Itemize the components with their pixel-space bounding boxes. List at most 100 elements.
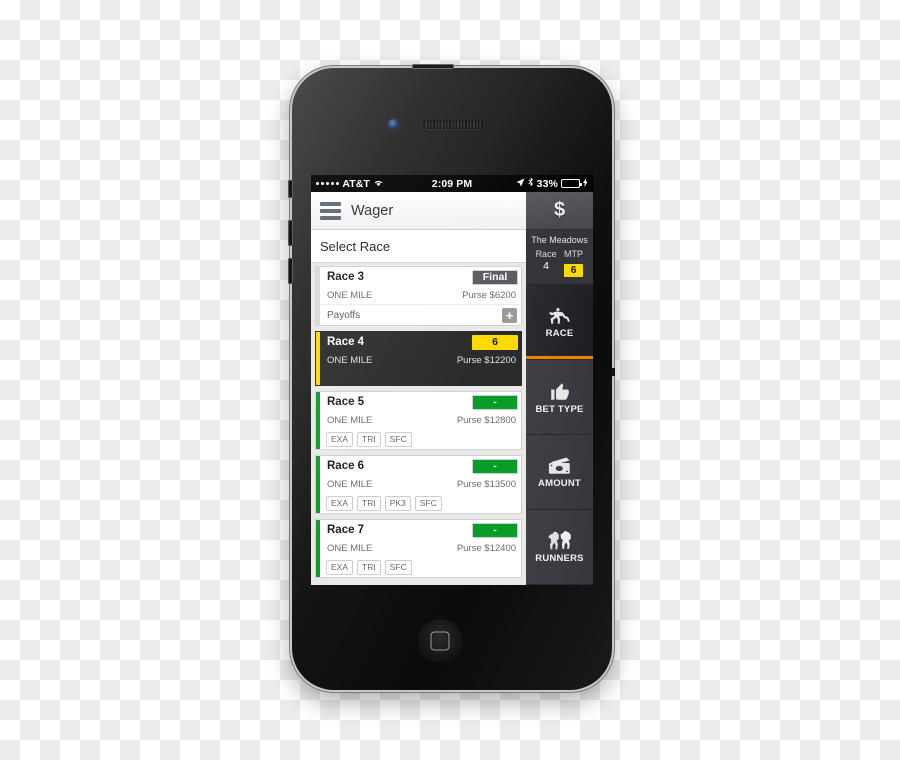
race-number-block: Race 4 [536, 249, 557, 278]
antenna-band [611, 368, 615, 376]
wager-tab-label: AMOUNT [538, 477, 581, 489]
race-purse: Purse $13500 [456, 479, 516, 490]
bet-type-tags: EXA TRI SFC [320, 429, 521, 449]
bet-type-tag[interactable]: TRI [357, 495, 381, 511]
race-distance: ONE MILE [327, 479, 373, 490]
race-card[interactable]: Race 4 6 ONE MILE Purse $12200 [315, 331, 522, 386]
race-panel: Select Race Race 3 Final ONE MILE Purse $62… [311, 230, 526, 585]
location-arrow-icon [516, 177, 525, 190]
screen-body: Select Race Race 3 Final ONE MILE Purse $62… [311, 230, 593, 585]
battery-percent-label: 33% [536, 177, 558, 190]
bet-type-tag[interactable]: TRI [357, 559, 381, 575]
bet-type-tag[interactable]: EXA [326, 495, 354, 511]
race-name: Race 3 [327, 271, 365, 283]
race-list[interactable]: Race 3 Final ONE MILE Purse $6200 Payoffs + Ra… [311, 263, 526, 585]
race-distance: ONE MILE [327, 415, 373, 426]
wager-tab-amount[interactable]: AMOUNT [526, 435, 593, 510]
wager-tab-bet-type[interactable]: BET TYPE [526, 360, 593, 435]
lightning-bolt-icon [583, 177, 588, 190]
race-status-badge: 6 [472, 334, 518, 350]
iphone-device: AT&T 2:09 PM 33% Wager $ Select Race Rac… [288, 64, 615, 690]
bet-type-tag[interactable]: TRI [357, 431, 381, 447]
wager-tab-race[interactable]: RACE [526, 285, 593, 360]
signal-strength-icon [316, 181, 340, 186]
track-info: The Meadows Race 4 MTP 6 [526, 230, 593, 285]
balance-dollar-button[interactable]: $ [526, 192, 593, 230]
race-accent-bar [316, 456, 320, 513]
race-purse: Purse $12400 [456, 543, 516, 554]
race-distance: ONE MILE [327, 355, 373, 366]
bet-type-tags: EXA TRI PK3 SFC [320, 493, 521, 513]
money-cash-icon [547, 456, 573, 476]
wifi-icon [373, 178, 384, 190]
race-card[interactable]: Race 7 - ONE MILE Purse $12400 EXA TRI SFC [315, 519, 522, 578]
horse-jockey-icon [547, 306, 573, 326]
bet-type-tag[interactable]: PK3 [384, 495, 411, 511]
carrier-label: AT&T [342, 177, 370, 190]
mtp-label: MTP [564, 249, 583, 259]
bluetooth-icon [528, 177, 534, 190]
bet-type-tag[interactable]: SFC [414, 495, 442, 511]
header-bar: Wager [311, 192, 526, 230]
race-status-badge: - [472, 458, 518, 474]
race-status-badge: - [472, 522, 518, 538]
wager-tab-label: BET TYPE [535, 403, 584, 415]
home-button[interactable] [418, 619, 462, 663]
power-button[interactable] [412, 64, 454, 69]
race-purse: Purse $6200 [462, 290, 516, 301]
race-card[interactable]: Race 6 - ONE MILE Purse $13500 EXA TRI PK3 SFC [315, 455, 522, 514]
status-bar-right: 33% [516, 177, 588, 190]
race-distance: ONE MILE [327, 290, 373, 301]
wager-tabs: RACE BET TYPE AMOUNT RUNNERS [526, 285, 593, 585]
status-bar: AT&T 2:09 PM 33% [311, 175, 593, 192]
phone-screen: AT&T 2:09 PM 33% Wager $ Select Race Rac… [311, 175, 593, 585]
bet-type-tag[interactable]: EXA [326, 431, 354, 447]
earpiece-speaker [422, 120, 484, 129]
race-accent-bar [316, 267, 320, 325]
payoffs-label: Payoffs [327, 309, 361, 321]
volume-up-button[interactable] [288, 220, 293, 246]
race-accent-bar [316, 332, 320, 385]
race-value: 4 [543, 260, 549, 272]
bet-type-tag[interactable]: SFC [384, 431, 412, 447]
race-distance: ONE MILE [327, 543, 373, 554]
race-accent-bar [316, 520, 320, 577]
race-name: Race 4 [327, 336, 365, 348]
bet-type-tags: EXA TRI SFC [320, 557, 521, 577]
two-horses-icon [547, 530, 573, 551]
race-name: Race 6 [327, 460, 365, 472]
hamburger-menu-icon[interactable] [320, 201, 341, 220]
expand-payoffs-button[interactable]: + [502, 307, 517, 323]
mtp-badge: 6 [563, 260, 584, 278]
wager-sidebar: The Meadows Race 4 MTP 6 RACE BET TYPE AMO… [526, 230, 593, 585]
payoffs-row[interactable]: Payoffs + [320, 304, 521, 325]
race-card[interactable]: Race 5 - ONE MILE Purse $12800 EXA TRI SFC [315, 391, 522, 450]
page-title: Wager [351, 202, 394, 219]
app-header: Wager $ [311, 192, 593, 230]
bet-type-tag[interactable]: SFC [384, 559, 412, 575]
section-title: Select Race [311, 230, 526, 263]
race-label: Race [535, 249, 557, 259]
ring-silent-switch[interactable] [288, 180, 293, 198]
bet-type-tag[interactable]: EXA [326, 559, 354, 575]
thumbs-up-icon [549, 380, 571, 402]
race-name: Race 7 [327, 524, 365, 536]
wager-tab-label: RUNNERS [535, 553, 584, 564]
race-purse: Purse $12800 [456, 415, 516, 426]
front-camera [388, 119, 399, 130]
race-card[interactable]: Race 3 Final ONE MILE Purse $6200 Payoffs + [315, 266, 522, 326]
track-name-label: The Meadows [531, 235, 588, 245]
race-status-badge: Final [472, 269, 518, 285]
race-accent-bar [316, 392, 320, 449]
home-square-icon [430, 631, 450, 651]
wager-tab-runners[interactable]: RUNNERS [526, 510, 593, 585]
volume-down-button[interactable] [288, 258, 293, 284]
race-status-badge: - [472, 394, 518, 410]
status-bar-left: AT&T [316, 178, 384, 190]
mtp-block: MTP 6 [563, 249, 584, 278]
race-name: Race 5 [327, 396, 365, 408]
race-card-spacer [320, 369, 521, 385]
battery-icon [561, 179, 582, 188]
race-purse: Purse $12200 [456, 355, 516, 366]
wager-tab-label: RACE [545, 327, 574, 339]
